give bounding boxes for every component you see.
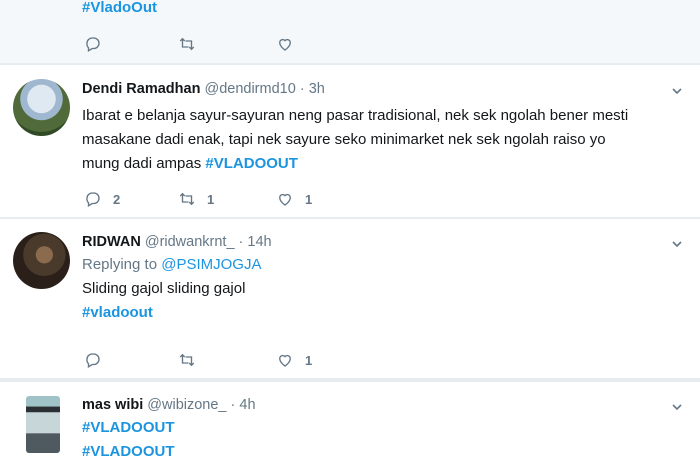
timestamp[interactable]: 4h	[239, 397, 255, 413]
like-count: 1	[305, 352, 313, 368]
timestamp[interactable]: 3h	[309, 81, 325, 97]
tweet-content: #VladoOut	[82, 0, 680, 20]
tweet[interactable]: RIDWAN @ridwankrnt_ · 14h Replying to @P…	[0, 219, 700, 379]
reply-button[interactable]: 2	[84, 189, 120, 209]
like-icon	[279, 354, 291, 367]
retweet-icon	[179, 353, 195, 367]
retweet-button[interactable]: 1	[178, 189, 214, 209]
tweet[interactable]: Dendi Ramadhan @dendirmd10 · 3h Ibarat e…	[0, 65, 700, 218]
reply-button[interactable]	[84, 350, 113, 370]
tweet-header: mas wibi @wibizone_ · 4h	[82, 396, 680, 414]
retweet-icon	[179, 192, 195, 206]
tweet-content: mas wibi @wibizone_ · 4h #VLADOOUT #VLAD…	[82, 396, 680, 464]
avatar[interactable]	[13, 232, 70, 289]
hashtag-link[interactable]: #VLADOOUT	[82, 443, 175, 460]
like-count: 1	[305, 191, 313, 207]
tweet[interactable]: mas wibi @wibizone_ · 4h #VLADOOUT #VLAD…	[0, 382, 700, 465]
tweet-content: Dendi Ramadhan @dendirmd10 · 3h Ibarat e…	[82, 80, 680, 176]
replying-to: Replying to @PSIMJOGJA	[82, 253, 680, 277]
separator-dot: ·	[299, 81, 305, 97]
avatar[interactable]	[26, 396, 60, 453]
retweet-icon	[179, 37, 195, 51]
tweet-text: Ibarat e belanja sayur-sayuran neng pasa…	[82, 104, 680, 176]
like-icon	[279, 193, 291, 206]
reply-count: 2	[113, 191, 121, 207]
retweet-button[interactable]	[178, 34, 196, 54]
hashtag-link[interactable]: #VLADOOUT	[205, 155, 298, 172]
tweet-content: RIDWAN @ridwankrnt_ · 14h Replying to @P…	[82, 233, 680, 325]
like-button[interactable]	[276, 34, 294, 54]
user-handle[interactable]: @ridwankrnt_	[145, 234, 235, 250]
like-button[interactable]: 1	[276, 189, 312, 209]
avatar[interactable]	[13, 79, 70, 136]
tweet-header: Dendi Ramadhan @dendirmd10 · 3h	[82, 80, 680, 98]
hashtag-link[interactable]: #VladoOut	[82, 0, 157, 16]
chevron-down-icon[interactable]	[672, 239, 682, 249]
tweet-text-line: masakane dadi enak, tapi nek sayure seko…	[82, 131, 606, 148]
user-handle[interactable]: @wibizone_	[147, 397, 226, 413]
retweet-button[interactable]	[178, 350, 207, 370]
tweet-text: #VLADOOUT #VLADOOUT	[82, 416, 680, 464]
separator-dot: ·	[230, 397, 236, 413]
tweet-feed: #VladoOut Dendi Ramadhan @dendirmd10 · 3…	[0, 0, 700, 465]
reply-icon	[86, 192, 100, 207]
retweet-count: 1	[207, 191, 215, 207]
tweet-header: RIDWAN @ridwankrnt_ · 14h	[82, 233, 680, 251]
timestamp[interactable]: 14h	[247, 234, 271, 250]
user-name[interactable]: Dendi Ramadhan	[82, 81, 200, 97]
replying-to-handle[interactable]: @PSIMJOGJA	[161, 256, 261, 273]
tweet-text-line: Ibarat e belanja sayur-sayuran neng pasa…	[82, 107, 629, 124]
hashtag-link[interactable]: #VLADOOUT	[82, 419, 175, 436]
like-button[interactable]: 1	[276, 350, 312, 370]
like-icon	[279, 38, 291, 51]
replying-to-label: Replying to	[82, 256, 158, 273]
user-handle[interactable]: @dendirmd10	[204, 81, 295, 97]
tweet-text-line: mung dadi ampas	[82, 155, 202, 172]
chevron-down-icon[interactable]	[672, 86, 682, 96]
user-name[interactable]: RIDWAN	[82, 234, 141, 250]
chevron-down-icon[interactable]	[672, 402, 682, 412]
separator-dot: ·	[238, 234, 244, 250]
tweet-text: Sliding gajol sliding gajol #vladoout	[82, 277, 680, 325]
hashtag-link[interactable]: #vladoout	[82, 304, 153, 321]
tweet-text-line: Sliding gajol sliding gajol	[82, 280, 246, 297]
tweet-partial[interactable]: #VladoOut	[0, 0, 700, 64]
reply-icon	[86, 353, 100, 368]
user-name[interactable]: mas wibi	[82, 397, 143, 413]
reply-icon	[86, 37, 100, 52]
reply-button[interactable]	[84, 34, 102, 54]
